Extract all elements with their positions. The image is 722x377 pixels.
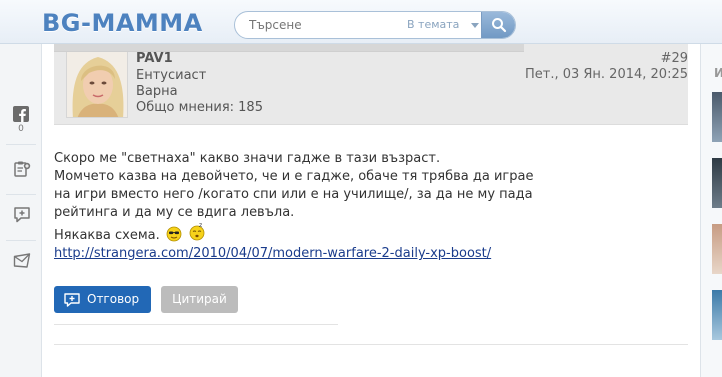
post-link[interactable]: http://strangera.com/2010/04/07/modern-w…	[54, 245, 694, 263]
post-divider	[54, 324, 338, 325]
post-author[interactable]: PAV1	[136, 51, 173, 66]
email-share-button[interactable]	[0, 244, 42, 284]
search-scope-label: В темата	[407, 18, 460, 31]
cool-smiley-icon	[166, 226, 182, 242]
thumbnail-image[interactable]	[712, 158, 722, 208]
search-scope-select[interactable]: В темата	[405, 12, 483, 38]
post-text-line: рейтинга и да му се вдига левъла.	[54, 205, 295, 220]
thumbnail-image[interactable]	[712, 92, 722, 142]
post-text-line: Момчето казва на девойчето, че и е гадже…	[54, 169, 534, 184]
facebook-share-count: 0	[18, 124, 24, 134]
author-rank: Ентусиаст	[136, 68, 207, 83]
quote-button[interactable]: Цитирай	[161, 286, 238, 313]
post-content: Скоро ме "светнаха" какво значи гадже в …	[54, 150, 694, 263]
post-header: PAV1 Ентусиаст Варна Общо мнения: 185 #2…	[54, 44, 688, 125]
search-icon	[492, 18, 507, 33]
clipboard-add-icon	[14, 161, 31, 177]
chevron-down-icon	[471, 23, 479, 28]
search-input[interactable]	[235, 12, 405, 38]
author-post-count: Общо мнения: 185	[136, 100, 263, 115]
thumbnail-image[interactable]	[712, 224, 722, 274]
avatar-image	[67, 49, 127, 117]
forum-post: PAV1 Ентусиаст Варна Общо мнения: 185 #2…	[42, 44, 700, 377]
new-message-button[interactable]	[0, 198, 42, 238]
avatar[interactable]	[66, 48, 128, 118]
reply-icon	[64, 293, 80, 307]
facebook-icon	[13, 106, 29, 122]
chat-add-icon	[14, 207, 30, 223]
post-top-strip	[54, 44, 524, 52]
divider	[6, 240, 36, 241]
search-button[interactable]	[481, 12, 515, 38]
post-text-line: Някаква схема.	[54, 228, 160, 243]
post-date: Пет., 03 Ян. 2014, 20:25	[524, 67, 688, 82]
right-sidebar-heading: И	[714, 66, 722, 80]
site-logo[interactable]: BG-MAMMA	[42, 9, 203, 37]
author-city: Варна	[136, 84, 178, 99]
post-text-line: на игри вместо него /когато спи или е на…	[54, 187, 533, 202]
search-box: В темата	[234, 11, 516, 39]
post-text-line: Скоро ме "светнаха" какво значи гадже в …	[54, 151, 441, 166]
sleepy-smiley-icon: z	[189, 222, 205, 241]
bookmark-button[interactable]	[0, 152, 42, 192]
reply-button-label: Отговор	[87, 292, 140, 306]
divider	[6, 144, 36, 145]
divider	[6, 194, 36, 195]
reply-button[interactable]: Отговор	[54, 286, 151, 313]
svg-text:z: z	[199, 222, 202, 229]
post-number[interactable]: #29	[661, 51, 688, 66]
share-sidebar: 0	[0, 44, 42, 377]
post-bottom-divider	[54, 344, 688, 345]
site-header: BG-MAMMA В темата	[0, 0, 722, 44]
facebook-share-button[interactable]: 0	[0, 102, 42, 142]
thumbnail-image[interactable]	[712, 290, 722, 340]
envelope-icon	[13, 253, 31, 268]
post-text-line-with-smileys: Някаква схема. z	[54, 222, 694, 245]
